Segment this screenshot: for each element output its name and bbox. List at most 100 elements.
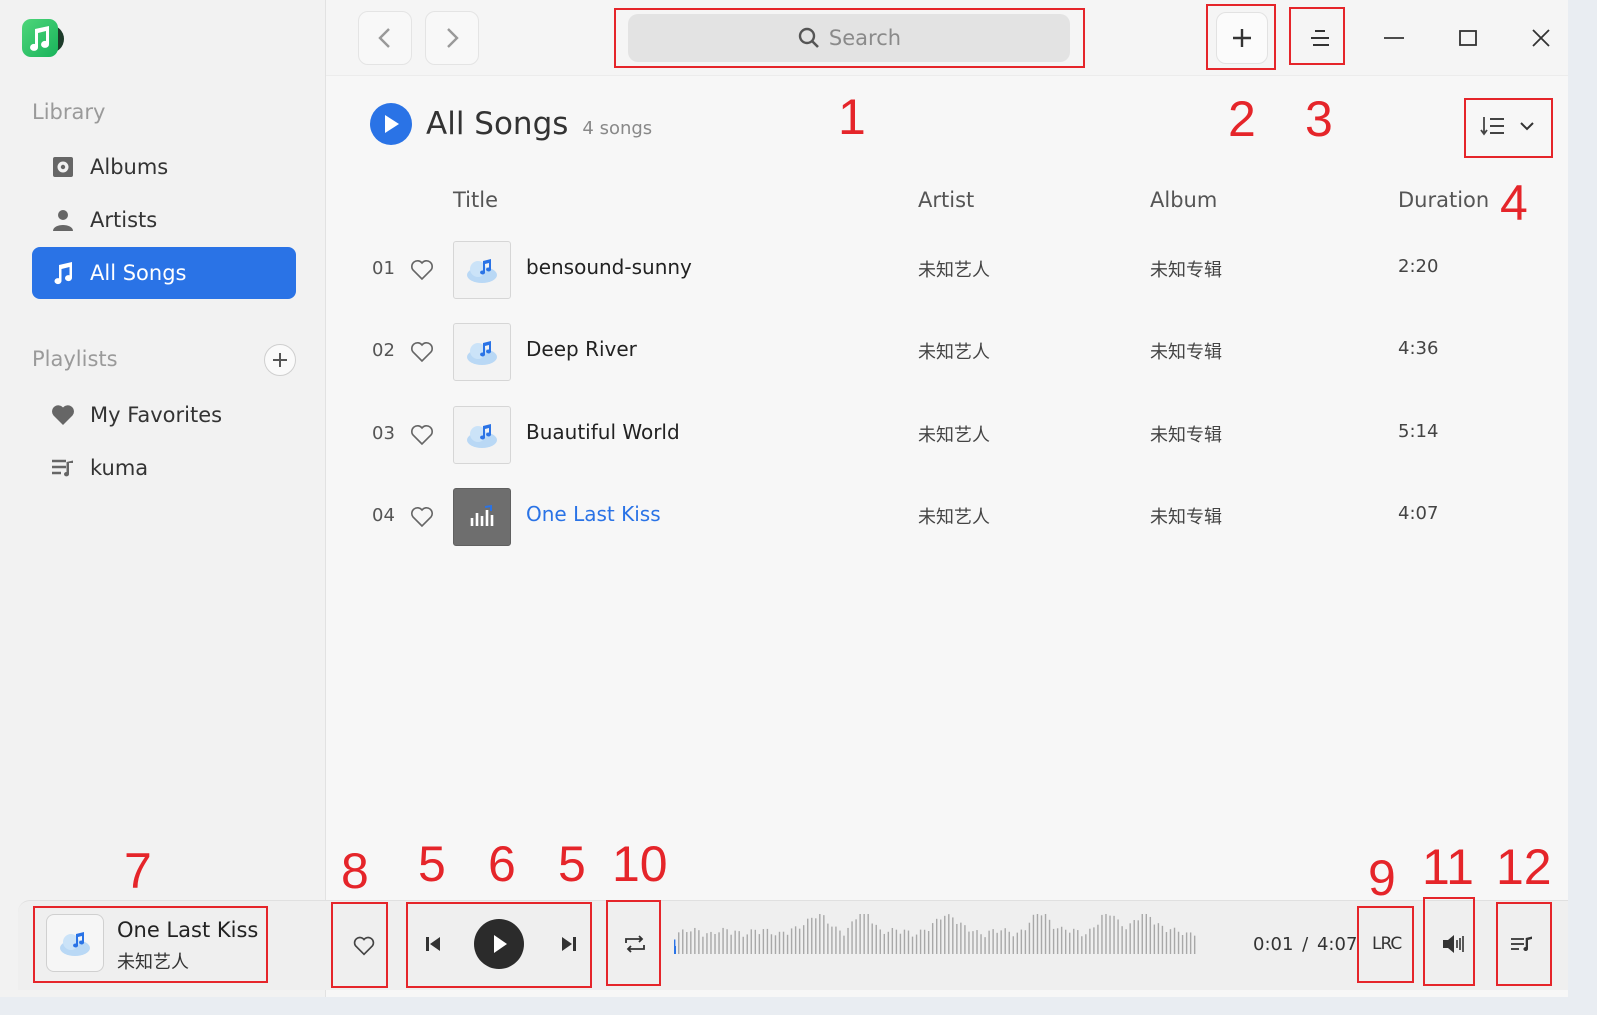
sidebar-item-artists[interactable]: Artists — [32, 194, 296, 246]
waveform-bar — [936, 918, 938, 954]
waveform-bar — [843, 935, 845, 954]
annotation-number: 8 — [341, 843, 369, 899]
waveform-bar — [1113, 915, 1115, 954]
equalizer-icon — [470, 504, 494, 526]
annotation-number: 9 — [1368, 850, 1396, 906]
waveform-bar — [948, 914, 950, 954]
waveform-bar — [1149, 916, 1152, 954]
waveform-bar — [875, 924, 877, 954]
song-artist: 未知艺人 — [918, 342, 990, 363]
waveform-bar — [835, 926, 837, 954]
sidebar-item-label: kuma — [90, 456, 149, 480]
waveform-bar — [1060, 926, 1063, 954]
music-app-window: Library Albums Artists All Songs Playlis… — [0, 0, 1568, 997]
heart-outline-icon[interactable] — [409, 339, 435, 365]
column-duration[interactable]: Duration — [1398, 188, 1489, 212]
waveform-bar — [718, 932, 720, 954]
waveform-bar — [940, 919, 942, 954]
waveform-bar — [952, 917, 954, 954]
table-row[interactable]: 02 Deep River 未知艺人 未知专辑 4:36 — [326, 317, 1568, 387]
table-row[interactable]: 01 bensound-sunny 未知艺人 未知专辑 2:20 — [326, 235, 1568, 305]
artist-icon — [50, 207, 76, 233]
waveform-bar — [944, 915, 946, 954]
waveform-bar — [919, 929, 922, 954]
waveform-bar — [907, 930, 910, 954]
waveform-bar — [1181, 935, 1184, 954]
sidebar-item-kuma[interactable]: kuma — [32, 442, 296, 494]
waveform-bar — [863, 914, 865, 954]
waveform-bar — [742, 936, 744, 954]
column-title[interactable]: Title — [453, 188, 498, 212]
waveform-bar — [754, 929, 757, 954]
waveform-bar — [1189, 932, 1192, 954]
waveform-bar — [750, 929, 752, 954]
waveform-bar — [980, 934, 982, 954]
waveform-bar — [903, 929, 906, 954]
annotation-number: 12 — [1496, 839, 1552, 895]
waveform-bar — [1048, 919, 1051, 954]
waveform-bar — [722, 927, 724, 954]
waveform-bar — [778, 931, 781, 954]
minimize-button[interactable] — [1368, 12, 1420, 64]
waveform-bar — [1056, 928, 1059, 954]
column-artist[interactable]: Artist — [918, 188, 974, 212]
annotation-number: 11 — [1422, 839, 1474, 895]
sidebar-item-albums[interactable]: Albums — [32, 141, 296, 193]
table-row-playing[interactable]: 04 One Last Kiss 未知艺人 未知专辑 4:07 — [326, 482, 1568, 552]
app-logo-icon — [20, 17, 64, 61]
column-album[interactable]: Album — [1150, 188, 1217, 212]
sidebar-item-my-favorites[interactable]: My Favorites — [32, 389, 296, 441]
waveform-bar — [1020, 929, 1023, 954]
waveform-bar — [1064, 929, 1067, 954]
album-cover — [453, 406, 511, 464]
add-playlist-button[interactable] — [264, 344, 296, 376]
waveform-bar — [1121, 926, 1123, 954]
waveform-bar — [1145, 914, 1147, 954]
waveform-bar — [794, 926, 797, 954]
waveform-bar — [911, 936, 914, 954]
song-album: 未知专辑 — [1150, 260, 1222, 281]
annotation-box-11 — [1423, 897, 1475, 986]
annotation-number: 7 — [124, 843, 152, 899]
waveform-bar — [1153, 924, 1156, 954]
waveform-bar — [802, 925, 805, 954]
waveform-bar — [1125, 929, 1127, 954]
annotation-box-3 — [1289, 7, 1345, 65]
annotation-number: 3 — [1305, 91, 1333, 147]
waveform-bar — [996, 932, 998, 954]
waveform-bar — [1157, 923, 1160, 954]
waveform-bar — [992, 929, 994, 954]
waveform-bar — [807, 918, 809, 954]
waveform-bar — [706, 933, 708, 954]
heart-outline-icon[interactable] — [409, 257, 435, 283]
waveform-progress-slider[interactable] — [674, 912, 1198, 968]
song-title: One Last Kiss — [526, 502, 661, 526]
current-time: 0:01 — [1253, 934, 1294, 955]
song-duration: 2:20 — [1398, 256, 1439, 277]
maximize-button[interactable] — [1442, 12, 1494, 64]
heart-icon — [50, 402, 76, 428]
annotation-number: 5 — [558, 836, 586, 892]
waveform-bar — [1008, 931, 1010, 954]
forward-button[interactable] — [425, 11, 479, 65]
sidebar-item-all-songs[interactable]: All Songs — [32, 247, 296, 299]
heart-outline-icon[interactable] — [409, 422, 435, 448]
song-artist: 未知艺人 — [918, 507, 990, 528]
page-title: All Songs — [426, 106, 569, 142]
song-duration: 5:14 — [1398, 421, 1439, 442]
maximize-icon — [1459, 30, 1477, 46]
waveform-bar — [1016, 932, 1019, 954]
table-row[interactable]: 03 Buautiful World 未知艺人 未知专辑 5:14 — [326, 400, 1568, 470]
waveform-bar — [746, 934, 748, 954]
cloud-note-icon — [467, 341, 497, 365]
heart-outline-icon[interactable] — [409, 504, 435, 530]
waveform-bar — [879, 929, 881, 954]
close-button[interactable] — [1515, 12, 1567, 64]
waveform-bar — [964, 925, 966, 954]
play-all-button[interactable] — [370, 103, 412, 145]
song-duration: 4:07 — [1398, 503, 1439, 524]
waveform-bar — [770, 934, 773, 954]
back-button[interactable] — [358, 11, 412, 65]
waveform-bar — [851, 921, 853, 954]
waveform-bar — [798, 928, 801, 954]
